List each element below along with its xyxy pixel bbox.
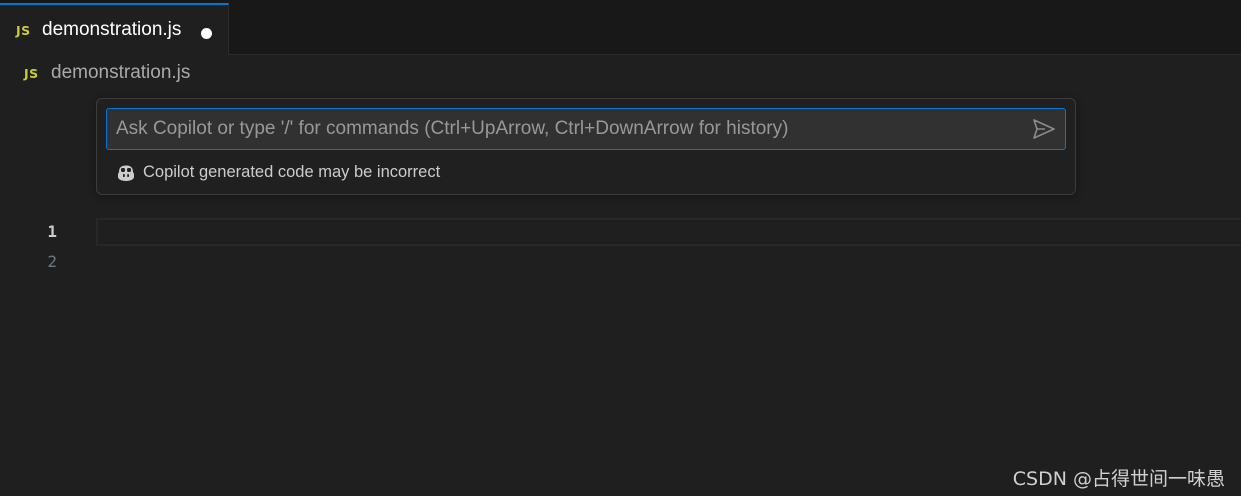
line-number-2: 2 xyxy=(47,252,57,271)
copilot-disclaimer: Copilot generated code may be incorrect xyxy=(143,163,441,181)
breadcrumb: JS demonstration.js xyxy=(0,55,1241,93)
js-file-icon: JS xyxy=(16,23,31,38)
current-line-highlight xyxy=(96,218,1241,246)
unsaved-dot-icon[interactable] xyxy=(201,28,212,39)
line-number-1: 1 xyxy=(47,222,57,241)
editor-tab-bar: JS demonstration.js xyxy=(0,3,1241,55)
send-icon[interactable] xyxy=(1032,118,1056,140)
copilot-chat-input[interactable] xyxy=(107,109,1022,149)
copilot-icon xyxy=(118,165,134,181)
js-file-icon: JS xyxy=(24,66,39,81)
code-editor[interactable]: 1 2 xyxy=(0,205,1241,496)
breadcrumb-file[interactable]: demonstration.js xyxy=(51,62,190,84)
chat-input-container xyxy=(106,108,1066,150)
csdn-watermark: CSDN @占得世间一味愚 xyxy=(1012,468,1225,490)
copilot-inline-chat: Copilot generated code may be incorrect xyxy=(96,98,1076,195)
tab-label: demonstration.js xyxy=(42,19,182,40)
tab-demonstration-js[interactable]: JS demonstration.js xyxy=(0,3,229,55)
